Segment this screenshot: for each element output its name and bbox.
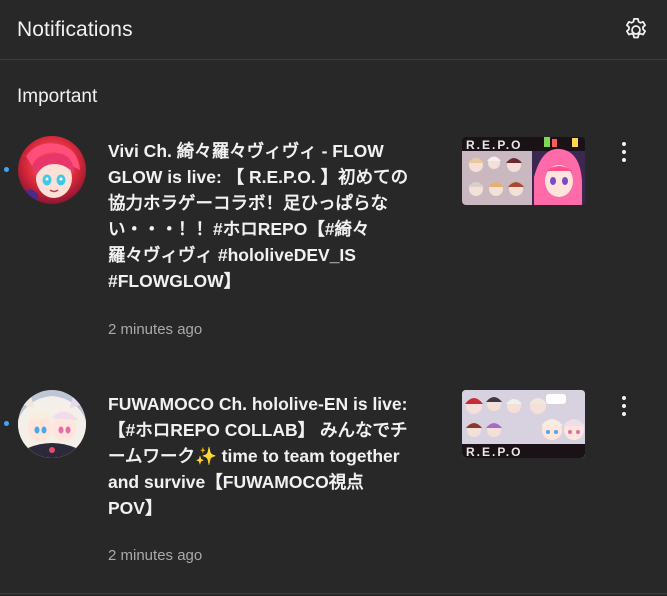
section-title-important: Important xyxy=(17,86,98,107)
more-vert-icon xyxy=(622,396,626,400)
svg-text:R.E.P.O: R.E.P.O xyxy=(466,138,522,152)
notification-time: 2 minutes ago xyxy=(108,547,203,564)
notification-time: 2 minutes ago xyxy=(108,321,203,338)
settings-button[interactable] xyxy=(619,13,653,47)
channel-avatar xyxy=(18,390,86,458)
gear-icon xyxy=(626,17,646,38)
panel-header: Notifications xyxy=(0,0,667,60)
unread-indicator xyxy=(4,421,9,426)
notification-text: Vivi Ch. 綺々羅々ヴィヴィ - FLOW GLOW is live: 【… xyxy=(108,141,409,291)
video-thumbnail[interactable]: R.E.P.O xyxy=(462,137,585,205)
more-options-button[interactable] xyxy=(611,137,637,167)
bottom-divider xyxy=(0,593,667,594)
panel-title: Notifications xyxy=(17,17,133,41)
more-options-button[interactable] xyxy=(611,391,637,421)
svg-text:R.E.P.O: R.E.P.O xyxy=(466,445,522,458)
channel-avatar xyxy=(18,136,86,204)
notifications-panel: Notifications Important Vivi Ch. 綺々羅々ヴィヴ… xyxy=(0,0,667,596)
more-vert-icon xyxy=(622,142,626,146)
notification-text: FUWAMOCO Ch. hololive-EN is live: 【#ホロRE… xyxy=(108,394,408,518)
video-thumbnail[interactable]: R.E.P.O xyxy=(462,390,585,458)
unread-indicator xyxy=(4,167,9,172)
